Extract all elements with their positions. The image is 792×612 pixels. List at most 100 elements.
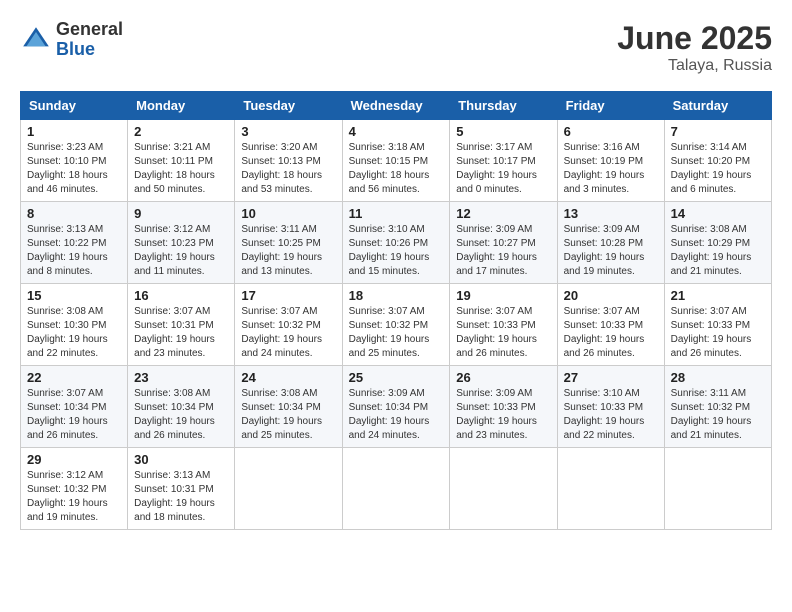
- day-number: 11: [349, 206, 444, 221]
- day-of-week-header: Saturday: [664, 92, 771, 120]
- calendar-week-row: 15 Sunrise: 3:08 AM Sunset: 10:30 PM Dayl…: [21, 284, 772, 366]
- day-number: 23: [134, 370, 228, 385]
- title-block: June 2025 Talaya, Russia: [617, 20, 772, 75]
- day-number: 10: [241, 206, 335, 221]
- day-number: 16: [134, 288, 228, 303]
- logo-general-text: General: [56, 20, 123, 40]
- day-info: Sunrise: 3:07 AM Sunset: 10:32 PM Daylig…: [241, 305, 335, 361]
- day-info: Sunrise: 3:07 AM Sunset: 10:31 PM Daylig…: [134, 305, 228, 361]
- calendar-cell: 2 Sunrise: 3:21 AM Sunset: 10:11 PM Dayli…: [128, 120, 235, 202]
- month-title: June 2025: [617, 20, 772, 57]
- calendar-cell: 14 Sunrise: 3:08 AM Sunset: 10:29 PM Dayl…: [664, 202, 771, 284]
- calendar-cell: 3 Sunrise: 3:20 AM Sunset: 10:13 PM Dayli…: [235, 120, 342, 202]
- logo: General Blue: [20, 20, 123, 60]
- calendar-week-row: 1 Sunrise: 3:23 AM Sunset: 10:10 PM Dayli…: [21, 120, 772, 202]
- day-number: 15: [27, 288, 121, 303]
- calendar-cell: 9Sunrise: 3:12 AM Sunset: 10:23 PM Dayli…: [128, 202, 235, 284]
- day-info: Sunrise: 3:07 AM Sunset: 10:33 PM Daylig…: [671, 305, 765, 361]
- calendar-cell: 1 Sunrise: 3:23 AM Sunset: 10:10 PM Dayli…: [21, 120, 128, 202]
- day-number: 7: [671, 124, 765, 139]
- calendar-cell: [557, 448, 664, 530]
- calendar-cell: 29 Sunrise: 3:12 AM Sunset: 10:32 PM Dayl…: [21, 448, 128, 530]
- day-number: 24: [241, 370, 335, 385]
- day-info: Sunrise: 3:18 AM Sunset: 10:15 PM Daylig…: [349, 141, 444, 197]
- day-info: Sunrise: 3:23 AM Sunset: 10:10 PM Daylig…: [27, 141, 121, 197]
- calendar-cell: 27 Sunrise: 3:10 AM Sunset: 10:33 PM Dayl…: [557, 366, 664, 448]
- day-number: 29: [27, 452, 121, 467]
- day-number: 25: [349, 370, 444, 385]
- day-number: 6: [564, 124, 658, 139]
- day-number: 30: [134, 452, 228, 467]
- calendar-cell: 4 Sunrise: 3:18 AM Sunset: 10:15 PM Dayli…: [342, 120, 450, 202]
- day-info: Sunrise: 3:07 AM Sunset: 10:33 PM Daylig…: [564, 305, 658, 361]
- calendar-cell: 8Sunrise: 3:13 AM Sunset: 10:22 PM Dayli…: [21, 202, 128, 284]
- day-info: Sunrise: 3:10 AM Sunset: 10:26 PM Daylig…: [349, 223, 444, 279]
- calendar-cell: [450, 448, 557, 530]
- calendar-cell: [664, 448, 771, 530]
- day-info: Sunrise: 3:07 AM Sunset: 10:34 PM Daylig…: [27, 387, 121, 443]
- day-info: Sunrise: 3:12 AM Sunset: 10:32 PM Daylig…: [27, 469, 121, 525]
- day-of-week-header: Friday: [557, 92, 664, 120]
- calendar-cell: 22 Sunrise: 3:07 AM Sunset: 10:34 PM Dayl…: [21, 366, 128, 448]
- day-info: Sunrise: 3:20 AM Sunset: 10:13 PM Daylig…: [241, 141, 335, 197]
- calendar-week-row: 29 Sunrise: 3:12 AM Sunset: 10:32 PM Dayl…: [21, 448, 772, 530]
- day-number: 27: [564, 370, 658, 385]
- day-info: Sunrise: 3:11 AM Sunset: 10:32 PM Daylig…: [671, 387, 765, 443]
- day-of-week-header: Wednesday: [342, 92, 450, 120]
- calendar-cell: 30 Sunrise: 3:13 AM Sunset: 10:31 PM Dayl…: [128, 448, 235, 530]
- day-info: Sunrise: 3:09 AM Sunset: 10:33 PM Daylig…: [456, 387, 550, 443]
- day-number: 28: [671, 370, 765, 385]
- day-info: Sunrise: 3:16 AM Sunset: 10:19 PM Daylig…: [564, 141, 658, 197]
- page-header: General Blue June 2025 Talaya, Russia: [20, 20, 772, 75]
- calendar-week-row: 8Sunrise: 3:13 AM Sunset: 10:22 PM Dayli…: [21, 202, 772, 284]
- calendar-cell: 21 Sunrise: 3:07 AM Sunset: 10:33 PM Dayl…: [664, 284, 771, 366]
- day-number: 3: [241, 124, 335, 139]
- day-info: Sunrise: 3:09 AM Sunset: 10:28 PM Daylig…: [564, 223, 658, 279]
- day-info: Sunrise: 3:08 AM Sunset: 10:34 PM Daylig…: [241, 387, 335, 443]
- calendar-cell: 20Sunrise: 3:07 AM Sunset: 10:33 PM Dayl…: [557, 284, 664, 366]
- day-info: Sunrise: 3:17 AM Sunset: 10:17 PM Daylig…: [456, 141, 550, 197]
- day-number: 1: [27, 124, 121, 139]
- calendar-cell: 10 Sunrise: 3:11 AM Sunset: 10:25 PM Dayl…: [235, 202, 342, 284]
- day-number: 9: [134, 206, 228, 221]
- day-number: 13: [564, 206, 658, 221]
- day-number: 14: [671, 206, 765, 221]
- day-number: 22: [27, 370, 121, 385]
- logo-icon: [20, 24, 52, 56]
- day-number: 26: [456, 370, 550, 385]
- day-info: Sunrise: 3:08 AM Sunset: 10:30 PM Daylig…: [27, 305, 121, 361]
- day-number: 4: [349, 124, 444, 139]
- calendar-cell: 12Sunrise: 3:09 AM Sunset: 10:27 PM Dayl…: [450, 202, 557, 284]
- calendar-cell: 17Sunrise: 3:07 AM Sunset: 10:32 PM Dayl…: [235, 284, 342, 366]
- calendar-cell: 6 Sunrise: 3:16 AM Sunset: 10:19 PM Dayli…: [557, 120, 664, 202]
- calendar-cell: 19 Sunrise: 3:07 AM Sunset: 10:33 PM Dayl…: [450, 284, 557, 366]
- calendar-cell: 15 Sunrise: 3:08 AM Sunset: 10:30 PM Dayl…: [21, 284, 128, 366]
- day-number: 19: [456, 288, 550, 303]
- day-info: Sunrise: 3:13 AM Sunset: 10:31 PM Daylig…: [134, 469, 228, 525]
- calendar-cell: 5Sunrise: 3:17 AM Sunset: 10:17 PM Dayli…: [450, 120, 557, 202]
- day-number: 18: [349, 288, 444, 303]
- day-of-week-header: Monday: [128, 92, 235, 120]
- calendar-cell: 7 Sunrise: 3:14 AM Sunset: 10:20 PM Dayli…: [664, 120, 771, 202]
- day-info: Sunrise: 3:14 AM Sunset: 10:20 PM Daylig…: [671, 141, 765, 197]
- calendar-cell: 11 Sunrise: 3:10 AM Sunset: 10:26 PM Dayl…: [342, 202, 450, 284]
- day-of-week-header: Sunday: [21, 92, 128, 120]
- day-info: Sunrise: 3:21 AM Sunset: 10:11 PM Daylig…: [134, 141, 228, 197]
- day-info: Sunrise: 3:08 AM Sunset: 10:29 PM Daylig…: [671, 223, 765, 279]
- day-number: 2: [134, 124, 228, 139]
- calendar-cell: 18 Sunrise: 3:07 AM Sunset: 10:32 PM Dayl…: [342, 284, 450, 366]
- calendar-cell: 13 Sunrise: 3:09 AM Sunset: 10:28 PM Dayl…: [557, 202, 664, 284]
- day-info: Sunrise: 3:09 AM Sunset: 10:34 PM Daylig…: [349, 387, 444, 443]
- day-number: 8: [27, 206, 121, 221]
- day-number: 12: [456, 206, 550, 221]
- calendar-cell: 23 Sunrise: 3:08 AM Sunset: 10:34 PM Dayl…: [128, 366, 235, 448]
- day-info: Sunrise: 3:07 AM Sunset: 10:33 PM Daylig…: [456, 305, 550, 361]
- day-number: 21: [671, 288, 765, 303]
- day-info: Sunrise: 3:11 AM Sunset: 10:25 PM Daylig…: [241, 223, 335, 279]
- location: Talaya, Russia: [617, 57, 772, 75]
- day-info: Sunrise: 3:08 AM Sunset: 10:34 PM Daylig…: [134, 387, 228, 443]
- day-info: Sunrise: 3:07 AM Sunset: 10:32 PM Daylig…: [349, 305, 444, 361]
- calendar-cell: 16 Sunrise: 3:07 AM Sunset: 10:31 PM Dayl…: [128, 284, 235, 366]
- calendar-table: SundayMondayTuesdayWednesdayThursdayFrid…: [20, 91, 772, 530]
- day-info: Sunrise: 3:10 AM Sunset: 10:33 PM Daylig…: [564, 387, 658, 443]
